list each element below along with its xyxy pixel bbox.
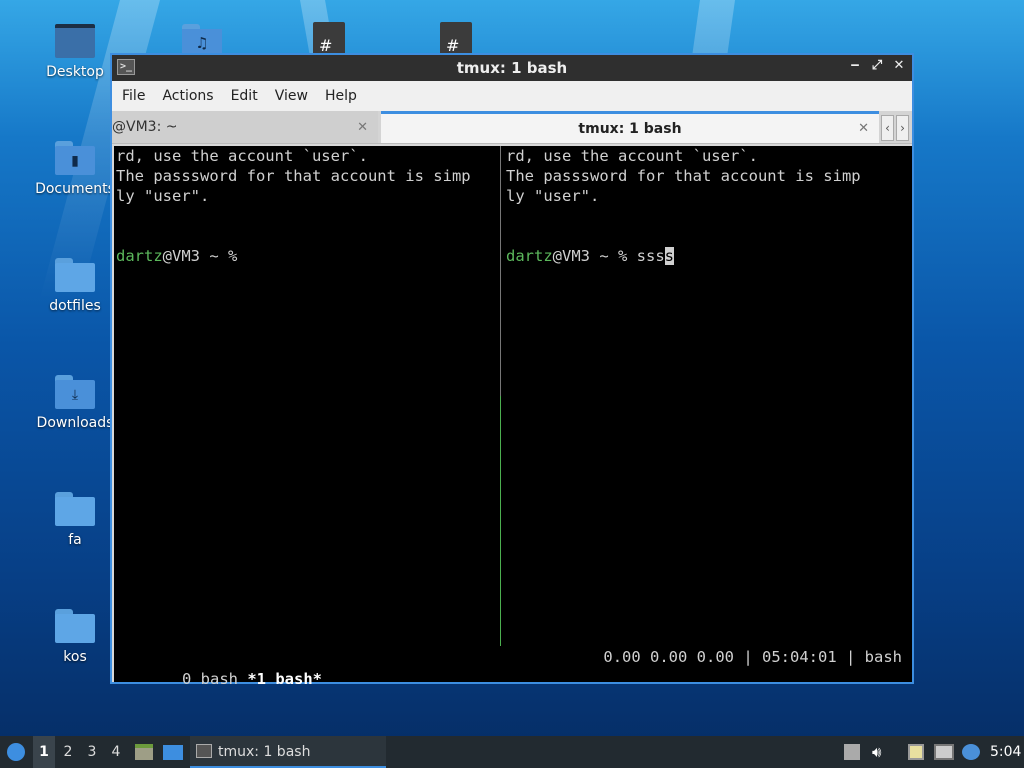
desktop-icon-desktop[interactable]: Desktop (33, 24, 117, 80)
menu-actions[interactable]: Actions (162, 88, 224, 104)
desktop-icon-documents[interactable]: ▮ Documents (33, 141, 117, 197)
folder-icon (55, 609, 95, 643)
session-name: bash (864, 648, 902, 666)
file-manager-icon[interactable] (134, 736, 154, 768)
window-titlebar[interactable]: >_ tmux: 1 bash ‒ ⤢ ✕ (112, 55, 912, 81)
terminal-area[interactable]: rd, use the account `user`. The passswor… (114, 146, 912, 688)
upload-icon[interactable] (844, 744, 860, 760)
update-icon[interactable] (962, 744, 980, 760)
task-button-tmux[interactable]: tmux: 1 bash (190, 736, 386, 768)
clipboard-icon[interactable] (908, 744, 924, 760)
window-title: tmux: 1 bash (456, 59, 568, 77)
network-icon[interactable] (934, 744, 954, 760)
spreadsheet-file-icon[interactable]: # (313, 22, 345, 56)
tmux-window-1[interactable]: *1 bash* (247, 670, 322, 688)
tab-label: tmux: 1 bash (578, 120, 682, 137)
show-desktop-icon[interactable] (162, 736, 184, 768)
desktop-icon-label: dotfiles (49, 298, 101, 314)
desktop-icon-label: Downloads (36, 415, 114, 431)
menu-file[interactable]: File (122, 88, 156, 104)
output-line: The passsword for that account is simp (506, 167, 861, 185)
tmux-status-bar: 0 bash *1 bash* 0.00 0.00 0.00 | 05:04:0… (126, 646, 902, 688)
task-label: tmux: 1 bash (218, 744, 311, 760)
tab-tmux[interactable]: tmux: 1 bash ✕ (381, 111, 879, 143)
prompt-host: @VM3 ~ % (162, 247, 238, 265)
output-line: rd, use the account `user`. (506, 147, 758, 165)
desktop-icon-kos[interactable]: kos (33, 609, 117, 665)
load-average: 0.00 0.00 0.00 (603, 648, 735, 666)
desktop-icon-label: kos (63, 649, 87, 665)
desktop-icon-dotfiles[interactable]: dotfiles (33, 258, 117, 314)
tmux-pane-right[interactable]: rd, use the account `user`. The passswor… (506, 146, 908, 646)
terminal-task-icon (196, 744, 212, 758)
status-separator: | (836, 648, 865, 666)
documents-folder-icon: ▮ (55, 141, 95, 175)
prompt-line: dartz@VM3 ~ % (116, 246, 500, 266)
tab-close-icon[interactable]: ✕ (858, 121, 869, 136)
tab-close-icon[interactable]: ✕ (357, 120, 368, 135)
desktop-icon-downloads[interactable]: ⤓ Downloads (33, 375, 117, 431)
folder-icon (55, 258, 95, 292)
downloads-folder-icon: ⤓ (55, 375, 95, 409)
prompt-user: dartz (506, 247, 553, 265)
menu-view[interactable]: View (275, 88, 319, 104)
workspace-2[interactable]: 2 (57, 736, 79, 768)
menu-bar: File Actions Edit View Help (112, 81, 912, 111)
start-menu-icon[interactable] (4, 736, 30, 768)
clock[interactable]: 5:04 (990, 736, 1024, 768)
prompt-host: @VM3 ~ % (552, 247, 637, 265)
output-line: The passsword for that account is simp (116, 167, 471, 185)
minimize-button[interactable]: ‒ (848, 58, 862, 73)
typed-command: sss (636, 247, 665, 265)
close-button[interactable]: ✕ (892, 58, 906, 73)
menu-help[interactable]: Help (325, 88, 368, 104)
tmux-window-0[interactable]: 0 bash (182, 670, 247, 688)
tab-scroll-right-icon[interactable]: › (896, 115, 909, 141)
folder-icon (55, 492, 95, 526)
desktop-icon-label: Documents (35, 181, 115, 197)
taskbar: 1 2 3 4 tmux: 1 bash 🔊︎ 5:04 (0, 736, 1024, 768)
tab-scroll-left-icon[interactable]: ‹ (881, 115, 894, 141)
status-separator: | (734, 648, 763, 666)
tmux-pane-left[interactable]: rd, use the account `user`. The passswor… (116, 146, 500, 646)
tab-label: @VM3: ~ (112, 119, 178, 135)
text-cursor: s (664, 247, 675, 265)
desktop-icon-label: fa (68, 532, 82, 548)
maximize-button[interactable]: ⤢ (870, 58, 884, 73)
output-line: ly "user". (116, 187, 210, 205)
volume-icon[interactable]: 🔊︎ (872, 744, 888, 760)
tab-bar: @VM3: ~ ✕ tmux: 1 bash ✕ ‹ › (112, 111, 912, 144)
folder-icon (55, 24, 95, 58)
spreadsheet-file-icon[interactable]: # (440, 22, 472, 56)
terminal-window: >_ tmux: 1 bash ‒ ⤢ ✕ File Actions Edit … (110, 53, 914, 688)
status-time: 05:04:01 (762, 648, 837, 666)
workspace-3[interactable]: 3 (81, 736, 103, 768)
output-line: ly "user". (506, 187, 600, 205)
desktop-icon-label: Desktop (46, 64, 104, 80)
workspace-4[interactable]: 4 (105, 736, 127, 768)
terminal-app-icon[interactable]: >_ (117, 59, 135, 75)
desktop-icon-fa[interactable]: fa (33, 492, 117, 548)
prompt-line: dartz@VM3 ~ % ssss (506, 246, 908, 266)
menu-edit[interactable]: Edit (231, 88, 269, 104)
output-line: rd, use the account `user`. (116, 147, 368, 165)
tab-vm3[interactable]: @VM3: ~ ✕ (112, 111, 378, 143)
pane-divider[interactable] (500, 146, 501, 646)
prompt-user: dartz (116, 247, 163, 265)
workspace-1[interactable]: 1 (33, 736, 55, 768)
